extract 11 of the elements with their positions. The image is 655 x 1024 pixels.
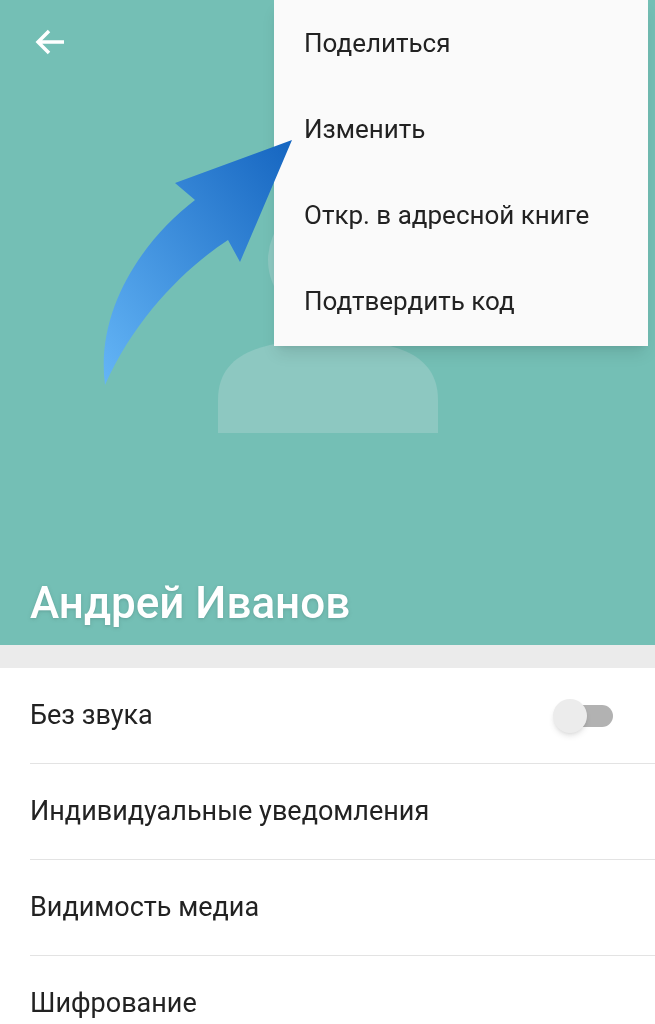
menu-item[interactable]: Поделиться: [274, 0, 648, 86]
contact-name: Андрей Иванов: [30, 577, 351, 629]
back-icon[interactable]: [35, 29, 66, 55]
setting-label[interactable]: Видимость медиа: [30, 887, 613, 928]
setting-label[interactable]: Индивидуальные уведомления: [30, 791, 613, 832]
menu-item[interactable]: Откр. в адресной книге: [274, 172, 648, 258]
setting-label[interactable]: Шифрование: [30, 983, 613, 1024]
menu-item[interactable]: Подтвердить код: [274, 258, 648, 344]
menu-item[interactable]: Изменить: [274, 86, 648, 172]
setting-label[interactable]: Без звука: [30, 695, 553, 736]
toggle-switch[interactable]: [553, 697, 613, 734]
